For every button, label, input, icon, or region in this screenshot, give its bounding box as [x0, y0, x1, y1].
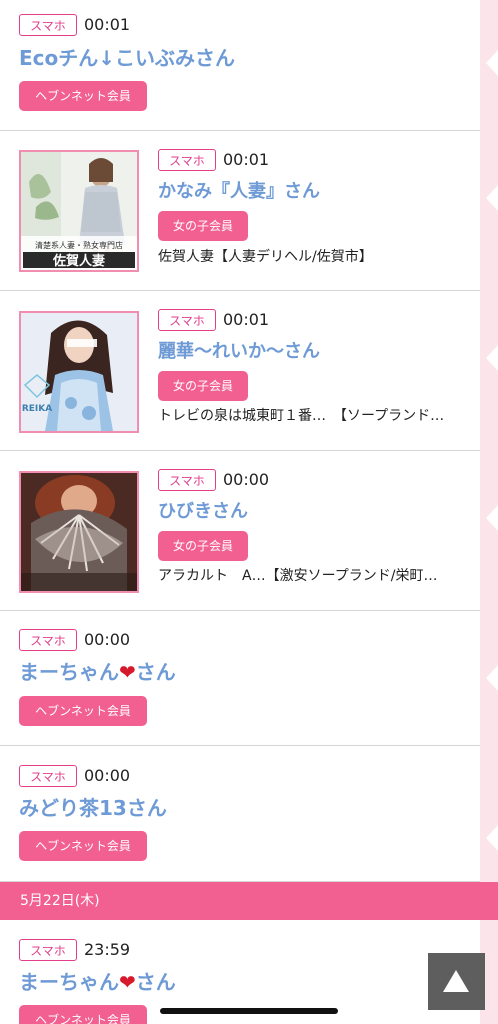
- member-type-badge: ヘブンネット会員: [19, 1005, 147, 1024]
- shop-name-link[interactable]: アラカルト A…【激安ソープランド/栄町…: [158, 566, 437, 586]
- list-item[interactable]: スマホ 00:00 まーちゃん❤さん ヘブンネット会員: [0, 611, 480, 746]
- home-indicator[interactable]: [160, 1008, 338, 1014]
- user-name-link[interactable]: まーちゃん❤さん: [19, 658, 176, 686]
- user-name-suffix: さん: [135, 660, 176, 684]
- list-item[interactable]: REIKA スマホ 00:01 麗華〜れいか〜さん 女の子会員 トレビの泉は城東…: [0, 291, 480, 451]
- access-time: 00:00: [223, 470, 270, 489]
- device-tag: スマホ: [19, 939, 77, 961]
- device-tag: スマホ: [19, 14, 77, 36]
- member-type-badge: ヘブンネット会員: [19, 696, 147, 726]
- user-name-link[interactable]: かなみ『人妻』さん: [158, 178, 320, 206]
- access-time: 00:01: [84, 15, 131, 34]
- heart-icon: ❤: [119, 970, 136, 994]
- user-name-link[interactable]: みどり茶13さん: [19, 794, 167, 822]
- shop-name-link[interactable]: トレビの泉は城東町１番… 【ソープランド…: [158, 406, 444, 426]
- user-name-link[interactable]: 麗華〜れいか〜さん: [158, 338, 320, 366]
- page: スマホ 00:01 Ecoチん↓こいぶみさん ヘブンネット会員 清楚系人妻・熟女…: [0, 0, 498, 1024]
- shop-name-link[interactable]: 佐賀人妻【人妻デリヘル/佐賀市】: [158, 247, 373, 267]
- access-time: 23:59: [84, 940, 131, 959]
- list-item[interactable]: スマホ 00:00 みどり茶13さん ヘブンネット会員: [0, 746, 480, 882]
- user-name-link[interactable]: Ecoチん↓こいぶみさん: [19, 44, 235, 72]
- member-type-badge: 女の子会員: [158, 211, 248, 241]
- profile-thumbnail[interactable]: REIKA: [19, 311, 139, 433]
- profile-thumbnail[interactable]: [19, 471, 139, 593]
- access-time: 00:00: [84, 766, 131, 785]
- user-name-link[interactable]: まーちゃん❤さん: [19, 968, 176, 996]
- member-type-badge: 女の子会員: [158, 371, 248, 401]
- list-item[interactable]: スマホ 00:00 ひびきさん 女の子会員 アラカルト A…【激安ソープランド/…: [0, 451, 480, 611]
- profile-thumbnail[interactable]: 清楚系人妻・熟女専門店 佐賀人妻: [19, 150, 139, 272]
- member-type-badge: ヘブンネット会員: [19, 81, 147, 111]
- list-item[interactable]: 清楚系人妻・熟女専門店 佐賀人妻 スマホ 00:01 かなみ『人妻』さん 女の子…: [0, 131, 480, 291]
- access-time: 00:01: [223, 310, 270, 329]
- date-header: 5月22日(木): [0, 882, 498, 920]
- user-name-text: まーちゃん: [19, 970, 119, 994]
- device-tag: スマホ: [158, 469, 216, 491]
- thumb-caption: 清楚系人妻・熟女専門店: [35, 240, 123, 250]
- member-type-badge: 女の子会員: [158, 531, 248, 561]
- thumb-logo: 佐賀人妻: [52, 253, 105, 269]
- user-name-suffix: さん: [135, 970, 176, 994]
- thumb-logo: REIKA: [22, 404, 52, 414]
- member-type-badge: ヘブンネット会員: [19, 831, 147, 861]
- heart-icon: ❤: [119, 660, 136, 684]
- list-item[interactable]: スマホ 00:01 Ecoチん↓こいぶみさん ヘブンネット会員: [0, 0, 480, 131]
- decorative-side-strip: [480, 0, 498, 1024]
- user-name-text: まーちゃん: [19, 660, 119, 684]
- access-time: 00:00: [84, 630, 131, 649]
- device-tag: スマホ: [19, 629, 77, 651]
- user-name-link[interactable]: ひびきさん: [158, 498, 248, 526]
- up-triangle-icon: [443, 970, 469, 992]
- device-tag: スマホ: [19, 765, 77, 787]
- scroll-to-top-button[interactable]: [428, 953, 485, 1010]
- access-time: 00:01: [223, 150, 270, 169]
- device-tag: スマホ: [158, 149, 216, 171]
- device-tag: スマホ: [158, 309, 216, 331]
